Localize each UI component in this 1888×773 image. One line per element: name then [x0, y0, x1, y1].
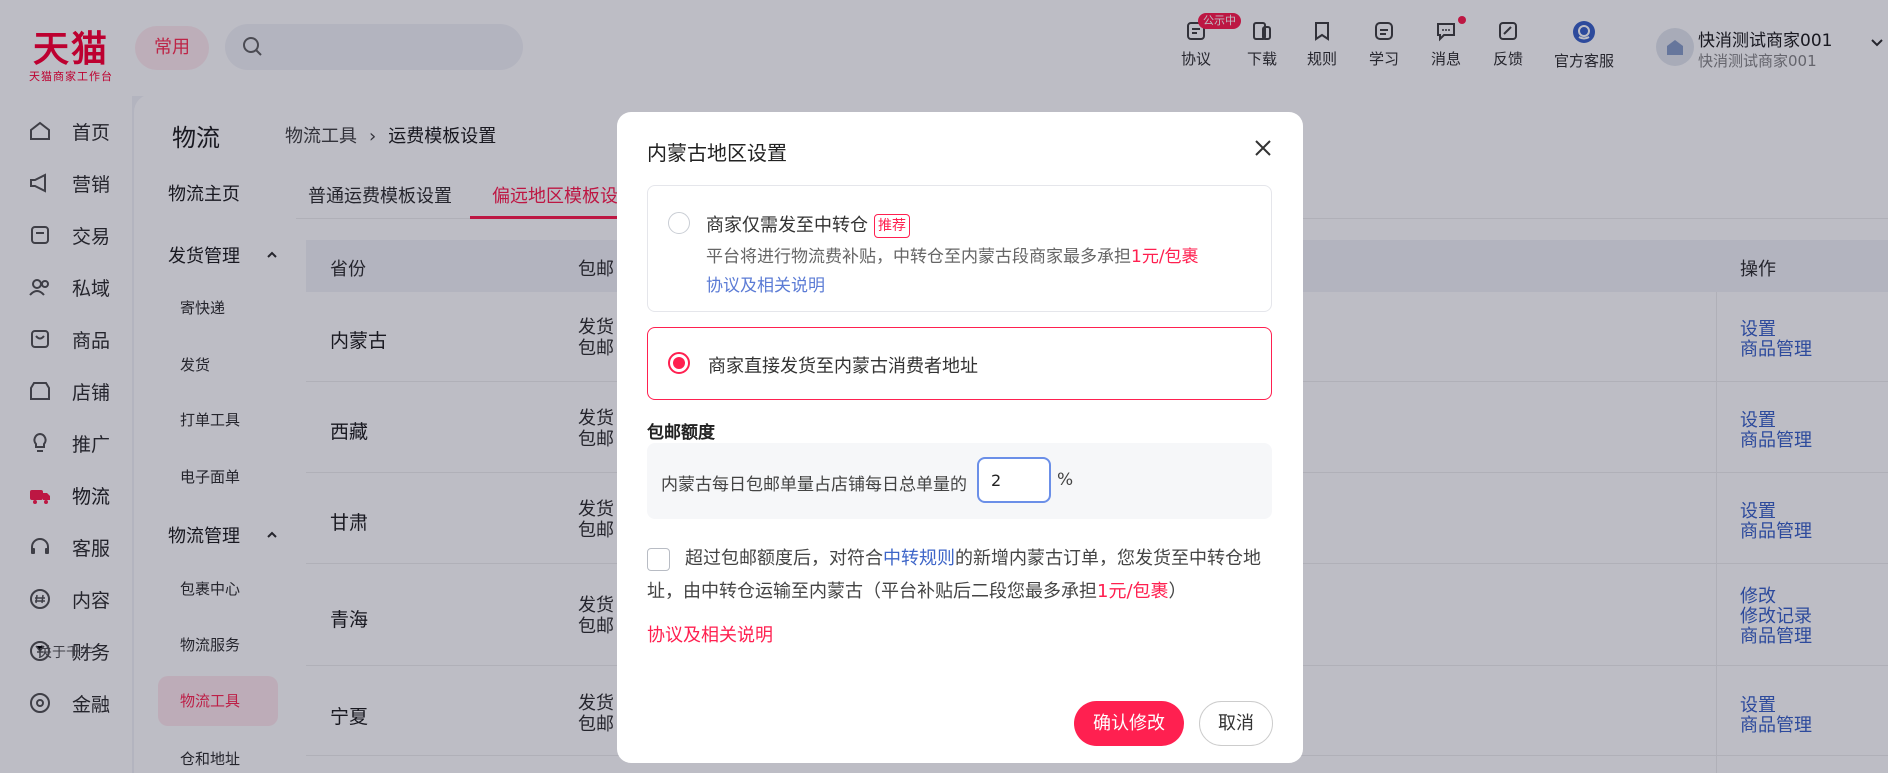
option-direct-ship[interactable]: 商家直接发货至内蒙古消费者地址 [647, 327, 1272, 400]
agreement-link[interactable]: 协议及相关说明 [647, 621, 773, 647]
radio-transit-warehouse[interactable] [668, 212, 690, 234]
quota-title: 包邮额度 [647, 423, 715, 443]
option-desc-highlight: 1元/包裹 [1131, 247, 1199, 267]
quota-unit: % [1057, 470, 1074, 490]
recommended-tag: 推荐 [874, 214, 910, 238]
option-description: 平台将进行物流费补贴，中转仓至内蒙古段商家最多承担1元/包裹 [706, 242, 1199, 267]
dialog-title: 内蒙古地区设置 [647, 141, 787, 165]
agreement-link[interactable]: 协议及相关说明 [706, 271, 825, 296]
checkbox-text-part1: 超过包邮额度后，对符合 [685, 548, 883, 569]
transit-rules-link[interactable]: 中转规则 [883, 548, 955, 569]
region-settings-dialog: 内蒙古地区设置 商家仅需发至中转仓 推荐 平台将进行物流费补贴，中转仓至内蒙古段商… [617, 112, 1303, 763]
quota-box: 内蒙古每日包邮单量占店铺每日总单量的 % [647, 443, 1272, 519]
option-transit-warehouse[interactable]: 商家仅需发至中转仓 推荐 平台将进行物流费补贴，中转仓至内蒙古段商家最多承担1元/… [647, 185, 1272, 312]
option-desc-text: 平台将进行物流费补贴，中转仓至内蒙古段商家最多承担 [706, 247, 1131, 267]
option-label: 商家直接发货至内蒙古消费者地址 [708, 356, 978, 377]
close-icon[interactable] [1254, 139, 1272, 157]
option-label: 商家仅需发至中转仓 推荐 [706, 211, 910, 238]
confirm-button[interactable]: 确认修改 [1074, 701, 1184, 746]
option-label-text: 商家仅需发至中转仓 [706, 215, 868, 236]
transit-fallback-text: 超过包邮额度后，对符合中转规则的新增内蒙古订单，您发货至中转仓地址，由中转仓运输… [647, 542, 1273, 608]
checkbox-text-part3: ） [1168, 581, 1187, 602]
cancel-button[interactable]: 取消 [1199, 701, 1273, 746]
transit-fallback-checkbox[interactable] [647, 548, 670, 571]
radio-direct-ship[interactable] [668, 352, 690, 374]
quota-text: 内蒙古每日包邮单量占店铺每日总单量的 [661, 475, 967, 495]
checkbox-text-highlight: 1元/包裹 [1097, 581, 1169, 602]
quota-percent-input[interactable] [977, 457, 1051, 503]
